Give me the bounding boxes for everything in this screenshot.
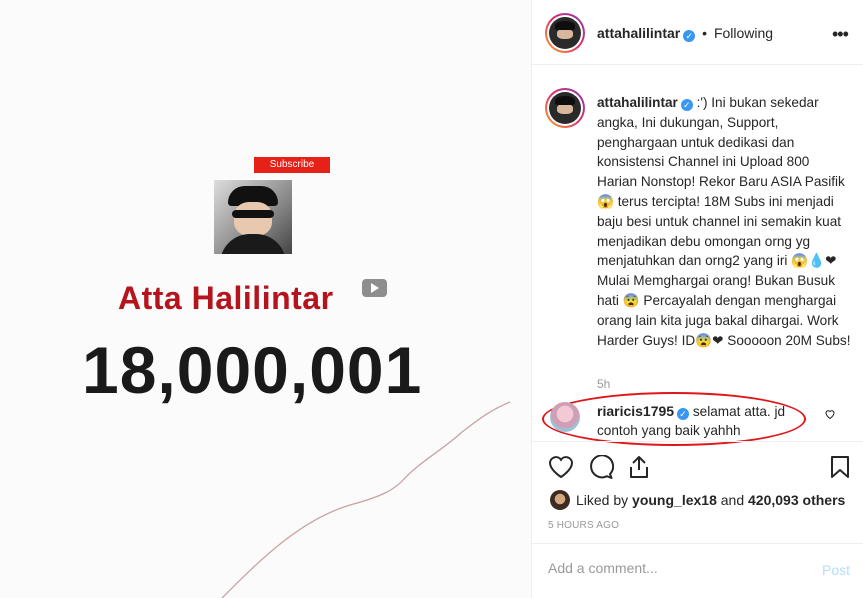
subscribe-button: Subscribe: [254, 157, 330, 173]
add-comment-input[interactable]: [548, 560, 808, 576]
post-timestamp[interactable]: 5 HOURS AGO: [548, 520, 619, 531]
verified-badge-icon: ✓: [683, 30, 696, 42]
post-side-panel: attahalilintar ✓ • Following ••• attahali…: [532, 0, 863, 598]
more-options-icon[interactable]: •••: [832, 24, 849, 45]
caption-avatar[interactable]: [545, 88, 585, 128]
post-comment-button[interactable]: Post: [822, 562, 850, 578]
instagram-post-view: Subscribe Atta Halilintar 18,000,001 att…: [0, 0, 863, 598]
divider: [532, 543, 863, 544]
liker-username[interactable]: young_lex18: [632, 492, 717, 508]
channel-name: Atta Halilintar: [118, 280, 334, 316]
liker-avatar[interactable]: [550, 490, 570, 510]
verified-badge-icon: ✓: [680, 99, 693, 111]
caption-time[interactable]: 5h: [597, 377, 610, 391]
comment: riaricis1795 ✓ selamat atta. jd contoh ya…: [597, 402, 817, 440]
post-caption: attahalilintar ✓ :') Ini bukan sekedar an…: [597, 93, 852, 350]
subscriber-count: 18,000,001: [82, 333, 423, 407]
likes-prefix: Liked by: [576, 492, 633, 508]
following-button[interactable]: Following: [714, 25, 773, 41]
heart-icon[interactable]: [548, 455, 574, 479]
likes-middle: and: [716, 492, 749, 508]
header-username[interactable]: attahalilintar: [597, 25, 680, 41]
commenter-avatar[interactable]: [550, 402, 580, 432]
likes-count[interactable]: 420,093 others: [748, 492, 845, 508]
header-avatar[interactable]: [545, 13, 585, 53]
divider: [532, 441, 863, 442]
post-header: attahalilintar ✓ • Following •••: [532, 0, 863, 65]
share-icon[interactable]: [628, 455, 650, 479]
comment-icon[interactable]: [588, 455, 614, 479]
post-image[interactable]: Subscribe Atta Halilintar 18,000,001: [0, 0, 531, 598]
caption-username[interactable]: attahalilintar: [597, 95, 678, 110]
channel-avatar: [214, 180, 292, 254]
comment-username[interactable]: riaricis1795: [597, 403, 674, 419]
separator-dot: •: [702, 25, 708, 41]
bookmark-icon[interactable]: [830, 455, 850, 479]
likes-summary: Liked by young_lex18 and 420,093 others: [550, 490, 845, 510]
caption-text: :') Ini bukan sekedar angka, Ini dukunga…: [597, 95, 851, 348]
comment-like-heart-icon[interactable]: [824, 408, 836, 420]
verified-badge-icon: ✓: [677, 408, 690, 420]
header-user-line: attahalilintar ✓ • Following: [597, 25, 773, 42]
youtube-icon: [362, 279, 387, 297]
